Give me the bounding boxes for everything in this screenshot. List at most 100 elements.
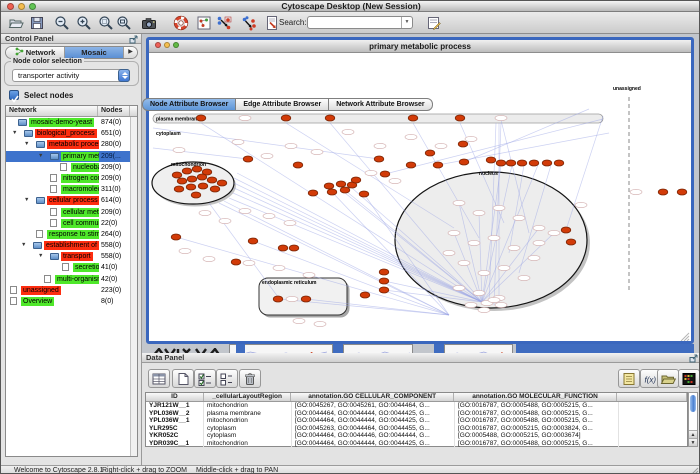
tab-network-attribute-browser[interactable]: Network Attribute Browser (328, 98, 432, 111)
network-label-node[interactable] (518, 275, 530, 280)
expand-arrow-icon[interactable]: ▼ (21, 240, 26, 251)
select-attributes-icon[interactable] (194, 369, 216, 388)
network-node[interactable] (658, 189, 668, 195)
background-window-sliver[interactable] (444, 344, 513, 353)
tree-row[interactable]: ▼primary metabo209(... (6, 151, 137, 162)
network-label-node[interactable] (453, 200, 465, 205)
tree-row[interactable]: cell communicat22(0) (6, 218, 137, 229)
network-node[interactable] (248, 238, 258, 244)
network-view-titlebar[interactable]: primary metabolic process (149, 40, 691, 53)
tab-mosaic[interactable]: Mosaic (65, 47, 124, 58)
network-node[interactable] (433, 162, 443, 168)
network-node[interactable] (217, 180, 227, 186)
network-label-node[interactable] (261, 153, 273, 158)
network-node[interactable] (529, 160, 539, 166)
expand-arrow-icon[interactable]: ▼ (12, 128, 17, 139)
network-node[interactable] (171, 234, 181, 240)
table-row[interactable]: YDR039C__1mitochondrion[GO:0044464, GO:0… (146, 440, 687, 448)
table-column-header[interactable]: annotation.GO CELLULAR_COMPONENT (291, 393, 453, 401)
network-view-window[interactable]: primary metabolic process plasma membran… (146, 37, 694, 344)
network-label-node[interactable] (286, 296, 298, 301)
network-label-node[interactable] (575, 202, 587, 207)
tree-row[interactable]: secretion41(0) (6, 262, 137, 273)
matrix-view-icon[interactable] (678, 369, 700, 388)
network-node[interactable] (336, 181, 346, 187)
network-label-node[interactable] (365, 170, 377, 175)
network-node[interactable] (425, 150, 435, 156)
tab-overflow-icon[interactable]: ▶ (124, 47, 137, 58)
network-label-node[interactable] (493, 205, 505, 210)
network-label-node[interactable] (374, 143, 386, 148)
network-node[interactable] (379, 287, 389, 293)
network-node[interactable] (566, 239, 576, 245)
new-attribute-icon[interactable] (172, 369, 194, 388)
apply-layout-alt-icon[interactable] (241, 15, 257, 31)
scroll-up-icon[interactable]: ▲ (689, 430, 697, 438)
network-label-node[interactable] (179, 248, 191, 253)
network-node[interactable] (289, 245, 299, 251)
network-node[interactable] (301, 296, 311, 302)
network-node[interactable] (281, 115, 291, 121)
network-node[interactable] (359, 191, 369, 197)
network-label-node[interactable] (533, 225, 545, 230)
network-node[interactable] (207, 177, 217, 183)
tab-edge-attribute-browser[interactable]: Edge Attribute Browser (235, 98, 329, 111)
zoom-out-icon[interactable] (54, 15, 70, 31)
network-label-node[interactable] (285, 143, 297, 148)
network-label-node[interactable] (243, 260, 255, 265)
tree-row[interactable]: ▼metabolic process280(0) (6, 139, 137, 150)
network-node[interactable] (177, 178, 187, 184)
network-node[interactable] (374, 156, 384, 162)
tree-column-nodes[interactable]: Nodes (98, 106, 130, 116)
tree-row[interactable]: nucleobase-209(0) (6, 162, 137, 173)
import-attributes-icon[interactable] (657, 369, 679, 388)
tab-node-attribute-browser[interactable]: Node Attribute Browser (142, 98, 236, 111)
network-label-node[interactable] (508, 245, 520, 250)
float-panel-icon[interactable] (129, 35, 138, 44)
attribute-table-icon[interactable] (148, 369, 170, 388)
expand-arrow-icon[interactable]: ▼ (24, 195, 29, 206)
network-node[interactable] (198, 183, 208, 189)
network-node[interactable] (517, 160, 527, 166)
network-node[interactable] (191, 192, 201, 198)
expand-arrow-icon[interactable]: ▼ (24, 139, 29, 150)
network-canvas[interactable]: plasma membranecytoplasmunassignedmitoch… (149, 53, 691, 341)
network-label-node[interactable] (528, 255, 540, 260)
float-panel-icon[interactable] (689, 354, 698, 363)
network-node[interactable] (561, 227, 571, 233)
network-label-node[interactable] (473, 290, 485, 295)
network-node[interactable] (273, 296, 283, 302)
network-node[interactable] (351, 177, 361, 183)
tree-column-network[interactable]: Network (6, 106, 98, 116)
network-label-node[interactable] (203, 256, 215, 261)
network-node[interactable] (379, 278, 389, 284)
network-node[interactable] (172, 172, 182, 178)
network-label-node[interactable] (273, 265, 285, 270)
network-label-node[interactable] (239, 115, 251, 120)
apply-layout-icon[interactable] (216, 15, 232, 31)
network-node[interactable] (186, 184, 196, 190)
network-node[interactable] (187, 176, 197, 182)
network-label-node[interactable] (239, 208, 251, 213)
network-label-node[interactable] (405, 134, 417, 139)
network-label-node[interactable] (173, 147, 185, 152)
background-window-edge[interactable] (333, 344, 343, 353)
tree-row[interactable]: mosaic-demo-yeast874(0) (6, 117, 137, 128)
help-icon[interactable] (173, 15, 189, 31)
network-label-node[interactable] (478, 270, 490, 275)
unselect-attributes-icon[interactable] (216, 369, 238, 388)
network-node[interactable] (496, 160, 506, 166)
network-node[interactable] (210, 186, 220, 192)
combobox-stepper-icon[interactable] (118, 69, 130, 82)
network-label-node[interactable] (303, 272, 315, 277)
network-label-node[interactable] (232, 139, 244, 144)
background-window-sliver[interactable] (343, 344, 413, 353)
snapshot-icon[interactable] (141, 15, 157, 31)
network-node[interactable] (197, 174, 207, 180)
network-node[interactable] (192, 166, 202, 172)
network-node[interactable] (293, 162, 303, 168)
tree-row[interactable]: unassigned223(0) (6, 285, 137, 296)
tree-row[interactable]: nitrogen compo209(0) (6, 173, 137, 184)
network-node[interactable] (379, 269, 389, 275)
tree-scrollbar[interactable] (130, 117, 137, 456)
